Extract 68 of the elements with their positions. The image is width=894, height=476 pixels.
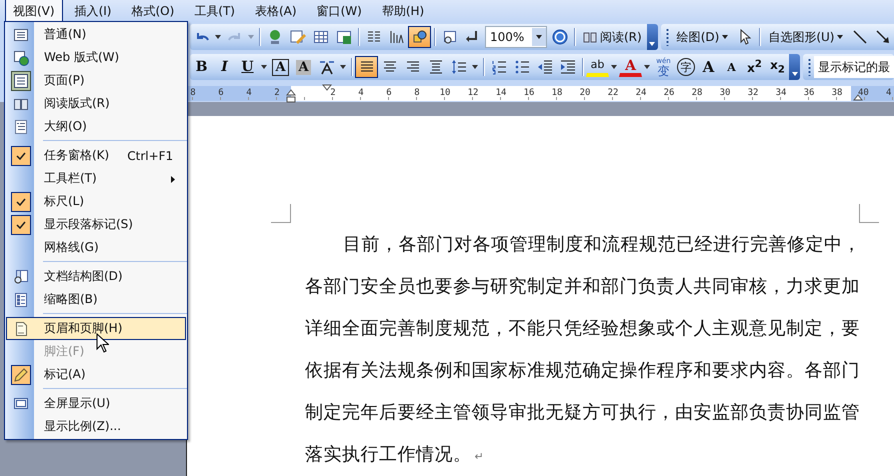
globe-page-icon	[12, 50, 28, 66]
paragraph-line: 制定完年后要经主管领导审批无疑方可执行，由安监部负责协同监管	[305, 402, 860, 423]
menu-bar-item[interactable]: 格式(O)	[123, 0, 182, 24]
toolbar-options-icon[interactable]	[789, 54, 800, 80]
subscript-button[interactable]: x$_{2}$	[766, 56, 789, 78]
draw-menu-button[interactable]: 绘图(D)	[672, 26, 734, 48]
pencil-icon	[12, 366, 28, 382]
caret-icon[interactable]	[532, 28, 546, 46]
ruler-number: 6	[207, 86, 235, 100]
paragraph-line: 依据有关法规条例和国家标准规范确定操作程序和要求内容。各部门	[305, 360, 860, 381]
align-left-icon[interactable]	[355, 56, 378, 78]
menu-item[interactable]: 普通(N)	[6, 23, 186, 46]
list-icon	[12, 118, 28, 134]
font-color-button[interactable]: A	[619, 57, 642, 77]
underline-button[interactable]: U	[236, 56, 259, 78]
text-lines-icon	[12, 26, 28, 42]
menu-item[interactable]: 全屏显示(U)	[6, 392, 186, 415]
zoom-dropdown[interactable]: 100%	[485, 26, 547, 48]
menu-item[interactable]: 工具栏(T)	[6, 167, 186, 190]
menu-bar-item[interactable]: 插入(I)	[66, 0, 120, 24]
menu-item[interactable]: 大纲(O)	[6, 115, 186, 138]
menu-item[interactable]: 标记(A)	[6, 363, 186, 386]
character-shading-button[interactable]: A	[292, 56, 315, 78]
shrink-font-button[interactable]: A	[720, 56, 743, 78]
superscript-button[interactable]: x$^{2}$	[743, 56, 766, 78]
menu-bar-item[interactable]: 表格(A)	[247, 0, 305, 24]
menu-item[interactable]: 显示段落标记(S)	[6, 213, 186, 236]
grow-font-button[interactable]: A	[697, 56, 720, 78]
document-map-icon	[12, 268, 28, 284]
read-button[interactable]: 阅读(R)	[578, 26, 647, 48]
menu-item[interactable]: 网格线(G)	[6, 236, 186, 259]
menu-bar-item[interactable]: 工具(T)	[186, 0, 243, 24]
menu-item[interactable]: 标尺(L)	[6, 190, 186, 213]
shapes-icon[interactable]	[408, 26, 431, 48]
thumbnail-icon	[12, 292, 28, 308]
caret-icon	[837, 35, 844, 39]
indent-marker-icon[interactable]	[286, 88, 296, 102]
menu-item[interactable]: 页眉和页脚(H)	[6, 317, 186, 340]
menu-item[interactable]: 任务窗格(K) Ctrl+F1	[6, 144, 186, 167]
menu-item[interactable]: 缩略图(B)	[6, 288, 186, 311]
ruler-number: 4	[879, 86, 894, 100]
menu-bar-item[interactable]: 窗口(W)	[308, 0, 370, 24]
toolbar-options-icon[interactable]	[646, 24, 658, 50]
submenu-arrow-icon	[171, 176, 175, 183]
open-book-icon	[583, 31, 597, 43]
enclose-character-button[interactable]: 字	[677, 58, 695, 76]
margin-corner-mark	[859, 204, 879, 223]
bold-button[interactable]: B	[190, 56, 213, 78]
ruler-number: 4	[235, 86, 263, 100]
paragraph-line: 目前，各部门对各项管理制度和流程规范已经进行完善修定中，	[343, 234, 861, 255]
paragraph-mark: ↵	[474, 450, 484, 463]
paragraph-line: 详细全面完善制度规范，不能只凭经验想象或个人主观意见制定，要	[305, 318, 860, 339]
menu-item[interactable]: 显示比例(Z)...	[6, 415, 186, 438]
autoshapes-menu-button[interactable]: 自选图形(U)	[763, 26, 848, 48]
paragraph-line: 落实执行工作情况。	[305, 444, 472, 465]
display-markup-field[interactable]: 显示标记的最	[814, 56, 894, 78]
caret-icon	[722, 35, 728, 39]
highlight-button[interactable]: ab	[586, 57, 609, 77]
page-icon	[12, 72, 28, 88]
screen-icon	[12, 396, 28, 412]
menu-item[interactable]: 文档结构图(D)	[6, 265, 186, 288]
menu-bar-item[interactable]: 帮助(H)	[374, 0, 432, 24]
paragraph-line: 各部门安全员也要参与研究制定并和部门负责人共同审核，力求更加	[305, 276, 860, 297]
shortcut-label: Ctrl+F1	[127, 148, 174, 162]
italic-button[interactable]: I	[213, 56, 236, 78]
mouse-cursor-icon	[96, 333, 109, 353]
margin-corner-mark	[271, 204, 291, 223]
menu-item[interactable]: Web 版式(W)	[6, 46, 186, 69]
